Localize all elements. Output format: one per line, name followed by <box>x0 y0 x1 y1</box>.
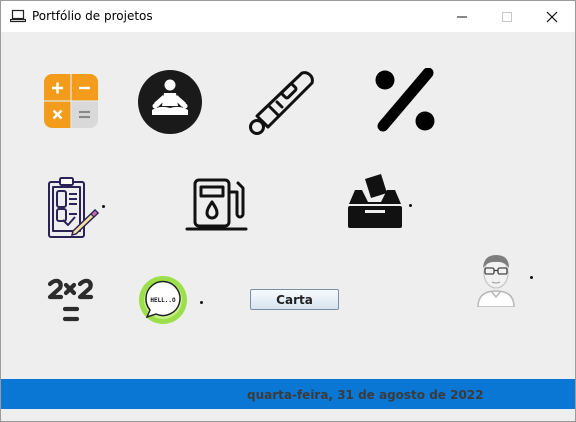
maximize-button[interactable] <box>484 1 529 32</box>
fuel-pump-icon[interactable] <box>184 178 248 232</box>
thermometer-icon[interactable] <box>248 69 316 135</box>
percent-icon[interactable] <box>372 68 438 134</box>
dot-label <box>102 205 105 208</box>
avatar-glasses-icon[interactable] <box>474 251 518 307</box>
close-icon <box>546 11 557 22</box>
content-area: HELL..O Carta <box>1 32 575 379</box>
meditation-icon[interactable] <box>138 70 202 134</box>
minimize-icon <box>456 16 467 17</box>
close-button[interactable] <box>529 1 574 32</box>
carta-button[interactable]: Carta <box>250 289 339 310</box>
title-bar: Portfólio de projetos <box>1 1 575 32</box>
laptop-icon <box>10 9 26 23</box>
ballot-box-icon[interactable] <box>347 174 403 230</box>
dot-label <box>200 301 203 304</box>
svg-text:HELL..O: HELL..O <box>150 297 176 304</box>
minimize-button[interactable] <box>439 1 484 32</box>
status-date: quarta-feira, 31 de agosto de 2022 <box>247 388 484 402</box>
dot-label <box>530 276 533 279</box>
hello-bubble-icon[interactable]: HELL..O <box>138 275 188 325</box>
dot-label <box>409 204 412 207</box>
app-window: Portfólio de projetos HELL..O Carta quar… <box>0 0 576 422</box>
clipboard-checklist-icon[interactable] <box>47 177 99 239</box>
window-title: Portfólio de projetos <box>32 9 153 23</box>
maximize-icon <box>501 11 512 22</box>
status-bar: quarta-feira, 31 de agosto de 2022 <box>1 379 575 409</box>
calculator-icon[interactable] <box>44 74 98 128</box>
times-table-icon[interactable] <box>47 278 97 324</box>
